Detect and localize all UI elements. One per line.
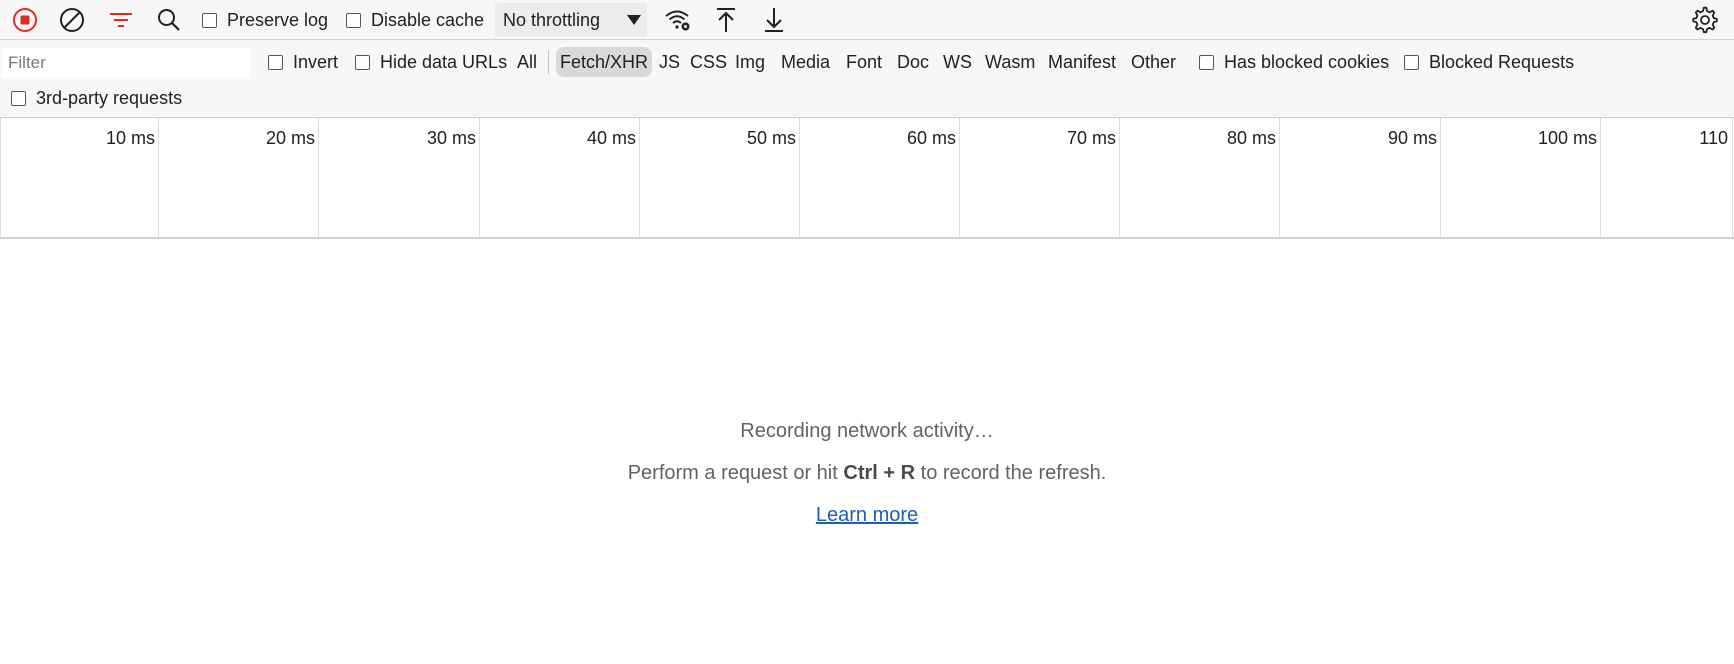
invert-checkbox[interactable]: Invert — [268, 51, 338, 73]
blocked-requests-box[interactable] — [1404, 54, 1419, 70]
learn-more-link[interactable]: Learn more — [816, 504, 918, 526]
filter-input[interactable] — [2, 48, 250, 78]
gear-icon[interactable] — [1690, 5, 1720, 35]
timeline-tick-label: 50 ms — [746, 128, 796, 148]
hint-plus: + — [877, 462, 901, 484]
hint-suffix: to record the refresh. — [915, 462, 1107, 484]
type-filter-img[interactable]: Img — [731, 47, 769, 77]
timeline-gridline — [639, 118, 640, 237]
timeline-tick-label: 10 ms — [105, 128, 155, 148]
disable-cache-checkbox[interactable]: Disable cache — [346, 9, 484, 31]
timeline-gridline — [799, 118, 800, 237]
has-blocked-cookies-label: Has blocked cookies — [1224, 51, 1390, 72]
filter-icon[interactable] — [106, 5, 136, 35]
timeline-overview[interactable]: 10 ms 20 ms 30 ms 40 ms 50 ms 60 ms 70 m… — [0, 118, 1734, 239]
hide-data-urls-box[interactable] — [355, 54, 370, 70]
empty-state-title: Recording network activity… — [740, 420, 994, 442]
download-icon[interactable] — [759, 5, 789, 35]
hint-key-ctrl: Ctrl — [843, 462, 878, 484]
timeline-gridline — [479, 118, 480, 237]
timeline-tick-label: 20 ms — [265, 128, 315, 148]
invert-box[interactable] — [268, 54, 283, 70]
timeline-gridline — [318, 118, 319, 237]
disable-cache-label: Disable cache — [371, 9, 485, 30]
wifi-settings-icon[interactable] — [663, 5, 693, 35]
hint-key-r: R — [900, 462, 916, 484]
timeline-gridline — [959, 118, 960, 237]
timeline-gridline — [1119, 118, 1120, 237]
third-party-requests-box[interactable] — [11, 90, 26, 106]
timeline-gridline — [1279, 118, 1280, 237]
type-separator — [548, 50, 549, 74]
blocked-requests-checkbox[interactable]: Blocked Requests — [1404, 51, 1574, 73]
timeline-tick-label: 70 ms — [1066, 128, 1116, 148]
learn-more-container: Learn more — [0, 504, 1734, 527]
type-filter-js[interactable]: JS — [655, 47, 684, 77]
timeline-tick-label: 40 ms — [586, 128, 636, 148]
timeline-tick-label: 60 ms — [906, 128, 956, 148]
type-filter-manifest[interactable]: Manifest — [1044, 47, 1120, 77]
blocked-requests-label: Blocked Requests — [1429, 51, 1575, 72]
has-blocked-cookies-checkbox[interactable]: Has blocked cookies — [1199, 51, 1389, 73]
hide-data-urls-checkbox[interactable]: Hide data URLs — [355, 51, 507, 73]
throttling-value: No throttling — [503, 9, 601, 30]
throttling-select[interactable]: No throttling — [495, 3, 647, 37]
type-filter-ws[interactable]: WS — [939, 47, 976, 77]
type-filter-doc[interactable]: Doc — [893, 47, 933, 77]
chevron-down-icon — [627, 15, 641, 25]
filter-bar: Invert Hide data URLs All Fetch/XHR JS C… — [0, 40, 1734, 118]
type-filter-media[interactable]: Media — [777, 47, 834, 77]
timeline-tick-label: 30 ms — [426, 128, 476, 148]
record-stop-icon[interactable] — [10, 5, 40, 35]
type-filter-all[interactable]: All — [513, 47, 541, 77]
type-filter-wasm[interactable]: Wasm — [981, 47, 1039, 77]
preserve-log-box[interactable] — [202, 12, 217, 28]
empty-state-hint: Perform a request or hit Ctrl + R to rec… — [0, 462, 1734, 485]
preserve-log-label: Preserve log — [227, 9, 329, 30]
timeline-end-line — [1732, 118, 1733, 237]
timeline-gridline — [1600, 118, 1601, 237]
timeline-tick-label: 110 — [1699, 128, 1728, 148]
invert-label: Invert — [293, 51, 339, 72]
has-blocked-cookies-box[interactable] — [1199, 54, 1214, 70]
search-icon[interactable] — [154, 5, 184, 35]
upload-icon[interactable] — [711, 5, 741, 35]
timeline-tick-label: 100 ms — [1537, 128, 1597, 148]
third-party-requests-checkbox[interactable]: 3rd-party requests — [11, 87, 182, 109]
hide-data-urls-label: Hide data URLs — [380, 51, 508, 72]
timeline-start-line — [0, 118, 1, 237]
disable-cache-box[interactable] — [346, 12, 361, 28]
requests-empty-state: Recording network activity… Perform a re… — [0, 239, 1734, 664]
type-filter-other[interactable]: Other — [1127, 47, 1180, 77]
type-filter-font[interactable]: Font — [842, 47, 886, 77]
timeline-tick-label: 80 ms — [1226, 128, 1276, 148]
network-toolbar: Preserve log Disable cache No throttling — [0, 0, 1734, 40]
preserve-log-checkbox[interactable]: Preserve log — [202, 9, 328, 31]
third-party-requests-label: 3rd-party requests — [36, 87, 183, 108]
type-filter-css[interactable]: CSS — [686, 47, 731, 77]
timeline-gridline — [1440, 118, 1441, 237]
timeline-tick-label: 90 ms — [1387, 128, 1437, 148]
clear-icon[interactable] — [57, 5, 87, 35]
type-filter-fetch-xhr[interactable]: Fetch/XHR — [556, 47, 653, 77]
timeline-gridline — [158, 118, 159, 237]
hint-prefix: Perform a request or hit — [627, 462, 844, 484]
